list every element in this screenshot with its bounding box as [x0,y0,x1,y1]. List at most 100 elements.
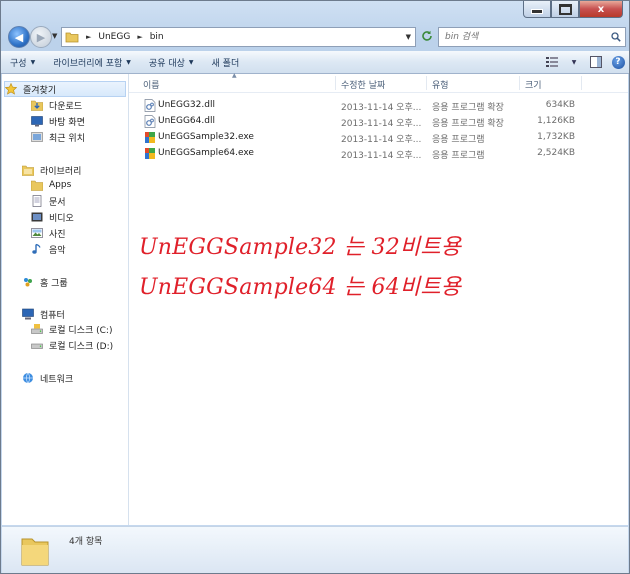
search-box[interactable] [438,27,626,47]
file-modified: 2013-11-14 오후... [341,103,422,113]
nav-downloads[interactable]: 다운로드 [31,98,82,112]
share-with-button[interactable]: 공유 대상 ▼ [140,51,203,73]
address-row: ◀ ▶ ▼ ► UnEGG ► bin ▼ [1,23,629,49]
chevron-down-icon: ▼ [571,58,577,66]
downloads-folder-icon [31,99,43,111]
nav-label: 문서 [49,197,66,208]
nav-label: 음악 [49,245,66,256]
nav-documents[interactable]: 문서 [31,194,66,208]
preview-pane-button[interactable] [585,51,607,73]
file-name: UnEGG32.dll [158,100,215,110]
file-name: UnEGG64.dll [158,116,215,126]
column-modified[interactable]: 수정한 날짜 [341,78,385,91]
new-folder-button[interactable]: 새 폴더 [203,51,249,73]
address-bar[interactable]: ► UnEGG ► bin ▼ [61,27,416,47]
folder-icon [31,179,43,191]
chevron-down-icon: ▼ [188,58,194,66]
preview-pane-icon [590,56,602,68]
forward-button[interactable]: ▶ [30,26,52,48]
nav-favorites[interactable]: 즐겨찾기 [4,81,126,97]
exe-icon [145,132,155,143]
nav-drive-c[interactable]: 로컬 디스크 (C:) [31,322,112,336]
file-size: 634KB [545,100,575,110]
nav-desktop[interactable]: 바탕 화면 [31,114,85,128]
address-root-folder[interactable] [62,28,82,46]
file-modified: 2013-11-14 오후... [341,119,422,129]
dll-icon [144,99,156,112]
nav-recent[interactable]: 최근 위치 [31,130,85,144]
documents-icon [31,195,43,207]
close-button[interactable]: x [579,1,623,18]
column-name[interactable]: 이름 [143,78,160,91]
nav-libraries[interactable]: 라이브러리 [22,163,81,177]
nav-homegroup[interactable]: 홈 그룹 [22,275,68,289]
nav-computer[interactable]: 컴퓨터 [22,307,65,321]
window-controls: x [523,1,623,18]
annotation-line-1: UnEGGSample32 는 32비트용 [139,235,462,260]
file-row[interactable]: UnEGG64.dll 2013-11-14 오후... 응용 프로그램 확장 … [141,114,611,130]
nav-label: 라이브러리 [40,166,82,177]
column-divider[interactable] [335,76,336,90]
homegroup-icon [22,276,34,288]
column-type[interactable]: 유형 [432,78,449,91]
nav-apps[interactable]: Apps [31,178,71,192]
details-pane: 4개 항목 [2,526,628,573]
explorer-window: x ◀ ▶ ▼ ► UnEGG ► bin ▼ 구성▼ 라이브러리에 포함▼ 공… [0,0,630,574]
column-divider[interactable] [519,76,520,90]
breadcrumb-separator-icon[interactable]: ► [133,33,146,41]
column-divider[interactable] [426,76,427,90]
nav-label: 로컬 디스크 (C:) [49,325,113,336]
videos-icon [31,211,43,223]
nav-drive-d[interactable]: 로컬 디스크 (D:) [31,338,113,352]
organize-label: 구성 [10,58,27,69]
title-bar: x [1,1,629,23]
system-drive-icon [31,323,43,335]
view-options-button[interactable] [541,51,563,73]
file-row[interactable]: UnEGGSample64.exe 2013-11-14 오후... 응용 프로… [141,146,611,162]
folder-icon [21,538,49,566]
annotation-line-2: UnEGGSample64 는 64비트용 [139,275,462,300]
nav-label: 비디오 [49,213,74,224]
search-icon[interactable] [611,32,621,42]
desktop-icon [31,115,43,127]
nav-label: 다운로드 [49,101,83,112]
file-size: 1,126KB [537,116,575,126]
nav-pictures[interactable]: 사진 [31,226,66,240]
minimize-button[interactable] [523,1,551,18]
search-input[interactable] [439,31,607,43]
column-divider[interactable] [581,76,582,90]
include-in-library-button[interactable]: 라이브러리에 포함 ▼ [44,51,140,73]
folder-icon [65,32,79,43]
breadcrumb-segment[interactable]: UnEGG [95,28,133,46]
chevron-down-icon: ▼ [126,58,131,66]
nav-network[interactable]: 네트워크 [22,371,73,385]
column-size[interactable]: 크기 [525,78,542,91]
maximize-button[interactable] [551,1,579,18]
history-dropdown-icon[interactable]: ▼ [52,32,57,40]
nav-music[interactable]: 음악 [31,242,66,256]
breadcrumb-separator-icon[interactable]: ► [82,33,95,41]
chevron-down-icon: ▼ [30,58,36,66]
address-dropdown-icon[interactable]: ▼ [402,33,415,41]
back-button[interactable]: ◀ [8,26,30,48]
help-button[interactable]: ? [607,51,629,73]
file-name: UnEGGSample64.exe [158,148,254,158]
file-size: 2,524KB [537,148,575,158]
computer-icon [22,308,34,320]
view-dropdown-button[interactable]: ▼ [563,51,585,73]
music-icon [31,243,43,255]
pictures-icon [31,227,43,239]
minimize-icon [531,9,543,14]
file-type: 응용 프로그램 [432,135,485,145]
breadcrumb-segment[interactable]: bin [147,28,167,46]
file-row[interactable]: UnEGGSample32.exe 2013-11-14 오후... 응용 프로… [141,130,611,146]
libraries-icon [22,164,34,176]
star-icon [5,83,17,95]
organize-button[interactable]: 구성 ▼ [1,51,44,73]
nav-videos[interactable]: 비디오 [31,210,74,224]
refresh-button[interactable] [419,28,435,44]
recent-places-icon [31,131,43,143]
file-type: 응용 프로그램 확장 [432,103,504,113]
file-row[interactable]: UnEGG32.dll 2013-11-14 오후... 응용 프로그램 확장 … [141,98,611,114]
exe-icon [145,148,155,159]
